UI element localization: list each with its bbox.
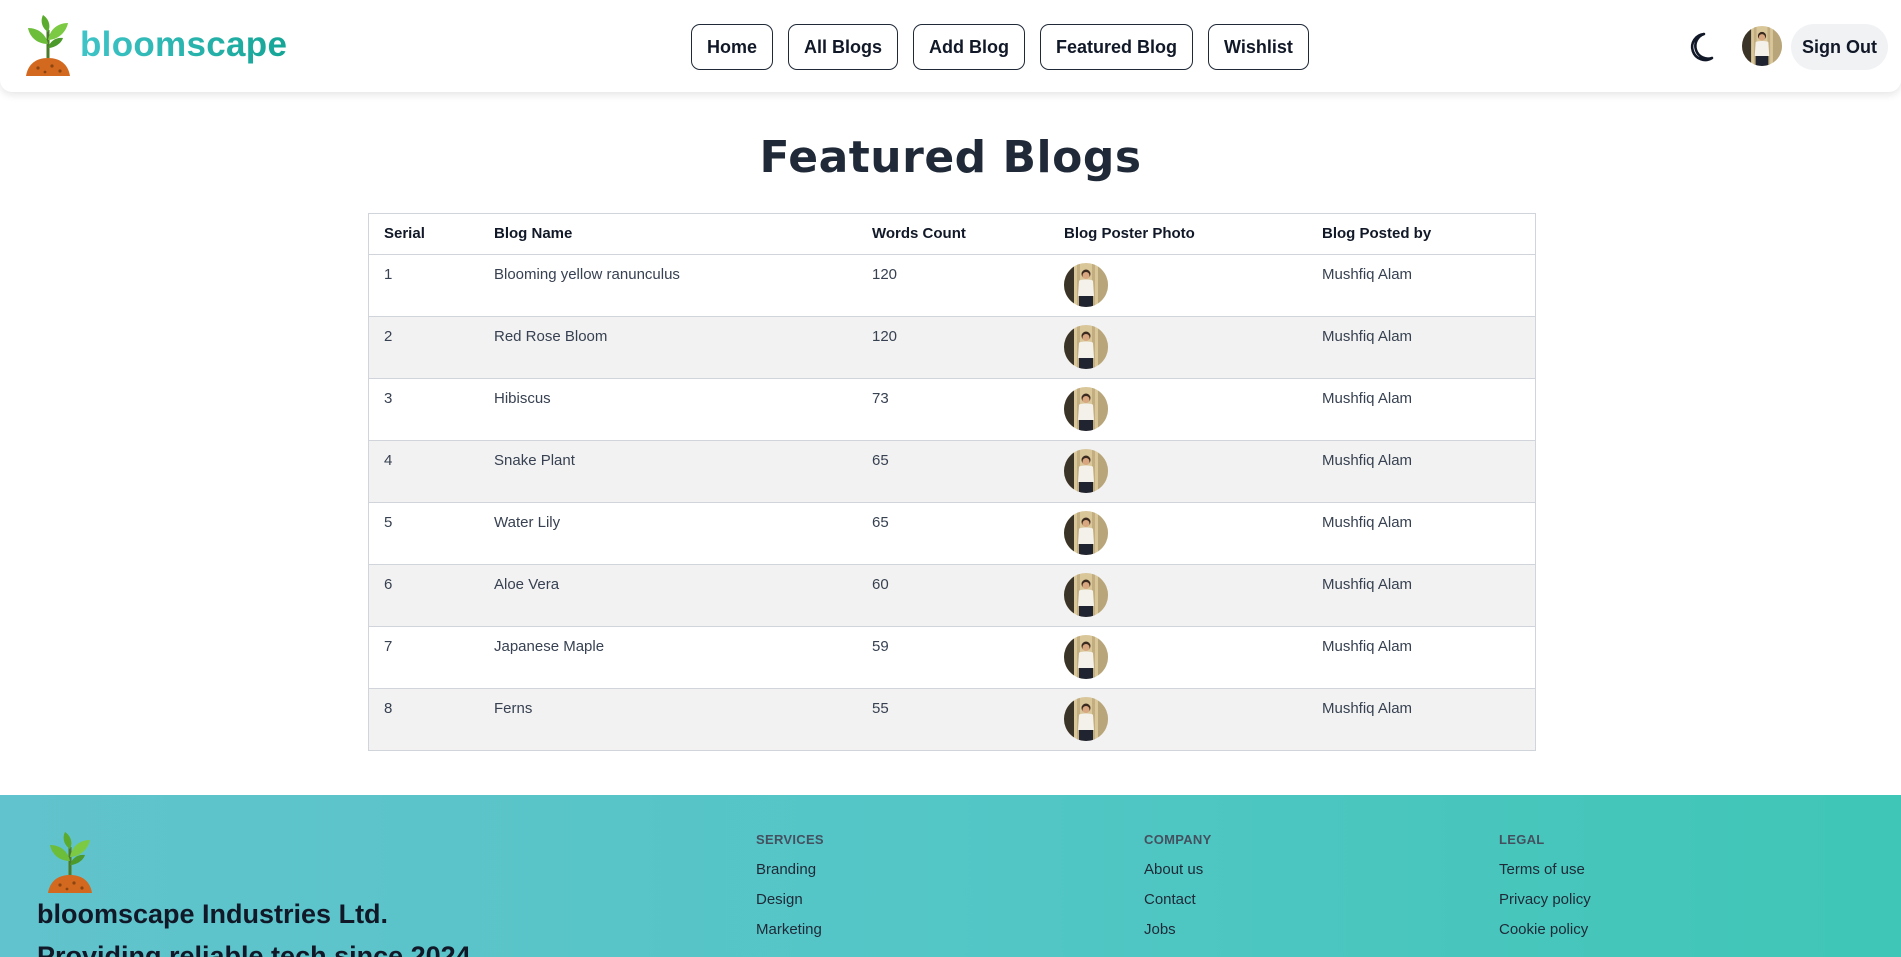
footer-tagline: Providing reliable tech since 2024 — [37, 941, 471, 957]
blog-name-cell: Hibiscus — [494, 389, 551, 407]
poster-photo-cell — [1049, 502, 1307, 564]
nav-add-blog-button[interactable]: Add Blog — [913, 24, 1026, 70]
posted-by-cell: Mushfiq Alam — [1322, 513, 1413, 531]
poster-avatar — [1064, 449, 1108, 493]
footer-company-name: bloomscape Industries Ltd. — [37, 899, 389, 929]
posted-by-cell: Mushfiq Alam — [1322, 265, 1413, 283]
footer-column-title: SERVICES — [756, 832, 824, 847]
nav-all-blogs-button[interactable]: All Blogs — [788, 24, 899, 70]
poster-avatar — [1064, 697, 1108, 741]
words-count-cell: 59 — [872, 637, 889, 655]
column-header-serial: Serial — [369, 214, 479, 255]
moon-icon[interactable] — [1686, 28, 1724, 66]
navbar: bloomscape Home All Blogs Add Blog Featu… — [0, 0, 1901, 92]
blog-name-cell: Ferns — [494, 699, 533, 717]
footer-link-jobs[interactable]: Jobs — [1144, 920, 1212, 950]
serial-cell: 8 — [384, 699, 393, 717]
blog-name-cell: Snake Plant — [494, 451, 575, 469]
words-count-cell: 73 — [872, 389, 889, 407]
footer: bloomscape Industries Ltd. Providing rel… — [0, 795, 1901, 957]
posted-by-cell: Mushfiq Alam — [1322, 451, 1413, 469]
serial-cell: 1 — [384, 265, 393, 283]
poster-photo-cell — [1049, 688, 1307, 750]
footer-link-about[interactable]: About us — [1144, 860, 1212, 890]
serial-cell: 3 — [384, 389, 393, 407]
words-count-cell: 65 — [872, 451, 889, 469]
poster-photo-cell — [1049, 564, 1307, 626]
words-count-cell: 55 — [872, 699, 889, 717]
words-count-cell: 65 — [872, 513, 889, 531]
footer-column-title: LEGAL — [1499, 832, 1545, 847]
posted-by-cell: Mushfiq Alam — [1322, 327, 1413, 345]
column-header-words-count: Words Count — [857, 214, 1049, 255]
blog-name-cell: Aloe Vera — [494, 575, 560, 593]
table-row: 1 Blooming yellow ranunculus 120 Mushfiq Al… — [369, 254, 1535, 316]
table-header-row: Serial Blog Name Words Count Blog Poster… — [369, 214, 1535, 255]
main-nav: Home All Blogs Add Blog Featured Blog Wi… — [691, 24, 1309, 70]
brand-name: bloomscape — [80, 25, 288, 64]
poster-avatar — [1064, 325, 1108, 369]
posted-by-cell: Mushfiq Alam — [1322, 637, 1413, 655]
footer-link-cookie[interactable]: Cookie policy — [1499, 920, 1591, 950]
footer-link-marketing[interactable]: Marketing — [756, 920, 824, 950]
table-row: 7 Japanese Maple 59 Mushfiq Alam — [369, 626, 1535, 688]
poster-photo-cell — [1049, 316, 1307, 378]
poster-photo-cell — [1049, 378, 1307, 440]
footer-legal-column: LEGAL Terms of use Privacy policy Cookie… — [1499, 832, 1591, 950]
blog-name-cell: Red Rose Bloom — [494, 327, 608, 345]
plant-sprout-icon — [46, 831, 94, 893]
table-row: 5 Water Lily 65 Mushfiq Alam — [369, 502, 1535, 564]
poster-avatar — [1064, 573, 1108, 617]
table-row: 2 Red Rose Bloom 120 Mushfiq Alam — [369, 316, 1535, 378]
column-header-posted-by: Blog Posted by — [1307, 214, 1535, 255]
table-row: 8 Ferns 55 Mushfiq Alam — [369, 688, 1535, 750]
serial-cell: 6 — [384, 575, 393, 593]
posted-by-cell: Mushfiq Alam — [1322, 699, 1413, 717]
serial-cell: 2 — [384, 327, 393, 345]
words-count-cell: 120 — [872, 265, 898, 283]
words-count-cell: 120 — [872, 327, 898, 345]
table-row: 3 Hibiscus 73 Mushfiq Alam — [369, 378, 1535, 440]
footer-link-privacy[interactable]: Privacy policy — [1499, 890, 1591, 920]
featured-blogs-table: Serial Blog Name Words Count Blog Poster… — [368, 213, 1536, 751]
column-header-blog-name: Blog Name — [479, 214, 857, 255]
serial-cell: 5 — [384, 513, 393, 531]
poster-avatar — [1064, 511, 1108, 555]
poster-photo-cell — [1049, 626, 1307, 688]
words-count-cell: 60 — [872, 575, 889, 593]
poster-avatar — [1064, 635, 1108, 679]
nav-featured-blog-button[interactable]: Featured Blog — [1040, 24, 1194, 70]
plant-sprout-icon — [24, 14, 72, 76]
footer-services-column: SERVICES Branding Design Marketing — [756, 832, 824, 950]
posted-by-cell: Mushfiq Alam — [1322, 389, 1413, 407]
serial-cell: 4 — [384, 451, 393, 469]
page-title: Featured Blogs — [759, 132, 1142, 183]
nav-wishlist-button[interactable]: Wishlist — [1208, 24, 1309, 70]
poster-avatar — [1064, 387, 1108, 431]
footer-link-terms[interactable]: Terms of use — [1499, 860, 1591, 890]
serial-cell: 7 — [384, 637, 393, 655]
footer-column-title: COMPANY — [1144, 832, 1212, 847]
blog-name-cell: Japanese Maple — [494, 637, 605, 655]
poster-avatar — [1064, 263, 1108, 307]
nav-home-button[interactable]: Home — [691, 24, 774, 70]
blog-name-cell: Blooming yellow ranunculus — [494, 265, 680, 283]
table-row: 4 Snake Plant 65 Mushfiq Alam — [369, 440, 1535, 502]
poster-photo-cell — [1049, 254, 1307, 316]
user-avatar[interactable] — [1742, 26, 1782, 66]
table-row: 6 Aloe Vera 60 Mushfiq Alam — [369, 564, 1535, 626]
posted-by-cell: Mushfiq Alam — [1322, 575, 1413, 593]
blog-name-cell: Water Lily — [494, 513, 561, 531]
footer-company-column: COMPANY About us Contact Jobs — [1144, 832, 1212, 950]
footer-link-design[interactable]: Design — [756, 890, 824, 920]
poster-photo-cell — [1049, 440, 1307, 502]
sign-out-button[interactable]: Sign Out — [1791, 24, 1888, 70]
column-header-poster-photo: Blog Poster Photo — [1049, 214, 1307, 255]
brand-logo-link[interactable]: bloomscape — [24, 14, 287, 76]
footer-link-contact[interactable]: Contact — [1144, 890, 1212, 920]
footer-link-branding[interactable]: Branding — [756, 860, 824, 890]
